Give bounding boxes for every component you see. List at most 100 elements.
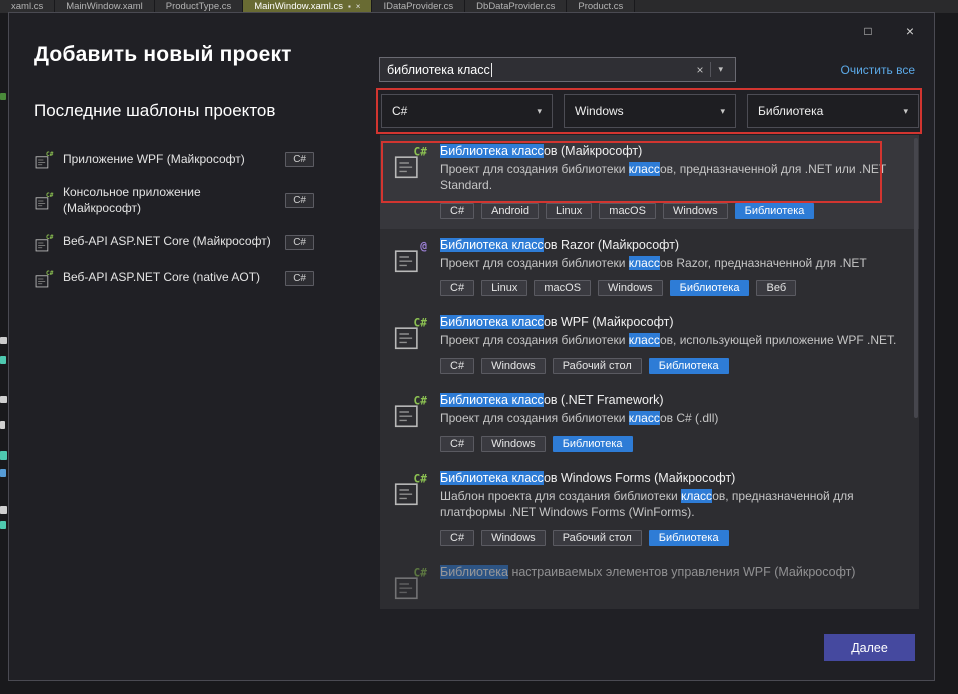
template-result-item[interactable]: C#Библиотека классов (.NET Framework)Про… [380, 384, 919, 462]
language-badge: C# [285, 235, 314, 250]
text-segment: ов, использующей приложение WPF .NET. [660, 333, 896, 347]
result-tag[interactable]: C# [440, 530, 474, 546]
language-badge: C# [285, 193, 314, 208]
search-match-highlight: Библиотека [440, 565, 508, 579]
result-description: Проект для создания библиотеки классов R… [440, 256, 907, 272]
language-filter-dropdown[interactable]: C#▾ [381, 94, 553, 128]
editor-tab-label: MainWindow.xaml [66, 1, 143, 12]
recent-template-item[interactable]: C#Веб-API ASP.NET Core (Майкрософт)C# [34, 232, 314, 253]
result-title: Библиотека классов (.NET Framework) [440, 393, 907, 407]
wpf-custom-control-library-icon: C# [392, 566, 428, 602]
result-tag[interactable]: C# [440, 436, 474, 452]
chevron-down-icon: ▾ [537, 106, 542, 117]
text-segment: ов Windows Forms (Майкрософт) [544, 471, 735, 485]
result-tag[interactable]: Windows [481, 358, 546, 374]
text-segment: настраиваемых элементов управления WPF (… [508, 565, 856, 579]
template-result-item[interactable]: C#Библиотека классов Windows Forms (Майк… [380, 462, 919, 556]
close-button[interactable]: × [892, 18, 928, 44]
template-result-item[interactable]: C# Библиотека настраиваемых элементов упр… [380, 556, 919, 609]
pin-icon[interactable]: ▪ [348, 3, 351, 11]
search-match-highlight: класс [681, 489, 712, 503]
webapi-icon: C# [34, 233, 54, 253]
text-segment: Шаблон проекта для создания библиотеки [440, 489, 681, 503]
result-body: Библиотека классов (.NET Framework)Проек… [440, 393, 907, 452]
razor-class-library-icon: @ [392, 239, 428, 275]
result-tag[interactable]: C# [440, 203, 474, 219]
template-result-item[interactable]: @ Библиотека классов Razor (Майкрософт)Пр… [380, 229, 919, 307]
result-body: Библиотека настраиваемых элементов управ… [440, 565, 907, 602]
result-tag[interactable]: Android [481, 203, 539, 219]
search-input[interactable]: библиотека класс × ▾ [379, 57, 736, 82]
text-segment: ов Razor, предназначенной для .NET [660, 256, 867, 270]
template-result-item[interactable]: C#Библиотека классов (Майкрософт)Проект … [380, 135, 919, 229]
result-tag[interactable]: macOS [534, 280, 591, 296]
result-tag[interactable]: Библиотека [670, 280, 750, 296]
search-match-highlight: класс [629, 411, 660, 425]
results-scrollbar[interactable] [913, 135, 919, 609]
editor-tab-label: DbDataProvider.cs [476, 1, 555, 12]
clear-search-icon[interactable]: × [691, 63, 708, 77]
result-tag[interactable]: Linux [481, 280, 527, 296]
result-tag[interactable]: Рабочий стол [553, 530, 642, 546]
background-code-fragment [0, 451, 7, 460]
background-code-fragment [0, 421, 5, 429]
recent-template-item[interactable]: C#Приложение WPF (Майкрософт)C# [34, 149, 314, 170]
text-segment: Проект для создания библиотеки [440, 333, 629, 347]
search-match-highlight: класс [629, 333, 660, 347]
editor-tab-label: xaml.cs [11, 1, 43, 12]
result-tag[interactable]: Windows [598, 280, 663, 296]
text-segment: Проект для создания библиотеки [440, 162, 629, 176]
close-icon: × [906, 23, 914, 39]
editor-tab-label: IDataProvider.cs [383, 1, 453, 12]
result-tag[interactable]: Библиотека [735, 203, 815, 219]
result-description: Проект для создания библиотеки классов, … [440, 162, 907, 194]
result-tag[interactable]: macOS [599, 203, 656, 219]
search-dropdown-icon[interactable]: ▾ [713, 64, 728, 75]
add-new-project-dialog: □ × Добавить новый проект Последние шабл… [8, 12, 935, 681]
search-match-highlight: Библиотека класс [440, 238, 544, 252]
recent-templates-list: C#Приложение WPF (Майкрософт)C# C# Консоль… [34, 149, 314, 289]
chevron-down-icon: ▾ [903, 106, 908, 117]
recent-template-label: Консольное приложение (Майкрософт) [63, 185, 276, 217]
result-tags: C# Windows Рабочий стол Библиотека [440, 358, 907, 374]
background-code-fragment [0, 356, 6, 364]
svg-text:C#: C# [414, 566, 428, 579]
result-tag[interactable]: Linux [546, 203, 592, 219]
winforms-class-library-icon: C# [392, 472, 428, 508]
result-tags: C# Windows Рабочий стол Библиотека [440, 530, 907, 546]
recent-template-item[interactable]: C# Консольное приложение (Майкрософт) C# [34, 185, 314, 217]
background-code-fragment [0, 521, 6, 529]
clear-all-link[interactable]: Очистить все [841, 63, 915, 77]
result-tag[interactable]: Рабочий стол [553, 358, 642, 374]
scrollbar-thumb[interactable] [914, 138, 918, 418]
svg-text:@: @ [420, 239, 427, 252]
result-tag[interactable]: Windows [481, 436, 546, 452]
result-title: Библиотека настраиваемых элементов управ… [440, 565, 907, 579]
result-tag[interactable]: Библиотека [649, 530, 729, 546]
divider [710, 62, 711, 77]
next-button[interactable]: Далее [824, 634, 915, 661]
filter-value: Windows [575, 104, 624, 118]
platform-filter-dropdown[interactable]: Windows▾ [564, 94, 736, 128]
project-type-filter-dropdown[interactable]: Библиотека ▾ [747, 94, 919, 128]
maximize-button[interactable]: □ [850, 18, 886, 44]
result-title: Библиотека классов Windows Forms (Майкро… [440, 471, 907, 485]
result-tag[interactable]: Веб [756, 280, 796, 296]
maximize-icon: □ [864, 24, 871, 38]
wpf-class-library-icon: C# [392, 316, 428, 352]
result-tag[interactable]: Библиотека [553, 436, 633, 452]
recent-template-item[interactable]: C#Веб-API ASP.NET Core (native AOT)C# [34, 268, 314, 289]
template-result-item[interactable]: C#Библиотека классов WPF (Майкрософт)Про… [380, 306, 919, 384]
result-tag[interactable]: Библиотека [649, 358, 729, 374]
background-code-fragment [0, 337, 7, 344]
result-tag[interactable]: Windows [481, 530, 546, 546]
result-tag[interactable]: C# [440, 280, 474, 296]
close-tab-icon[interactable]: × [356, 3, 361, 11]
result-tag[interactable]: Windows [663, 203, 728, 219]
svg-text:C#: C# [46, 192, 54, 199]
result-tag[interactable]: C# [440, 358, 474, 374]
result-body: Библиотека классов Razor (Майкрософт)Про… [440, 238, 907, 297]
svg-text:C#: C# [414, 395, 428, 408]
class-library-netfx-icon: C# [392, 394, 428, 430]
filter-value: Библиотека [758, 104, 823, 118]
